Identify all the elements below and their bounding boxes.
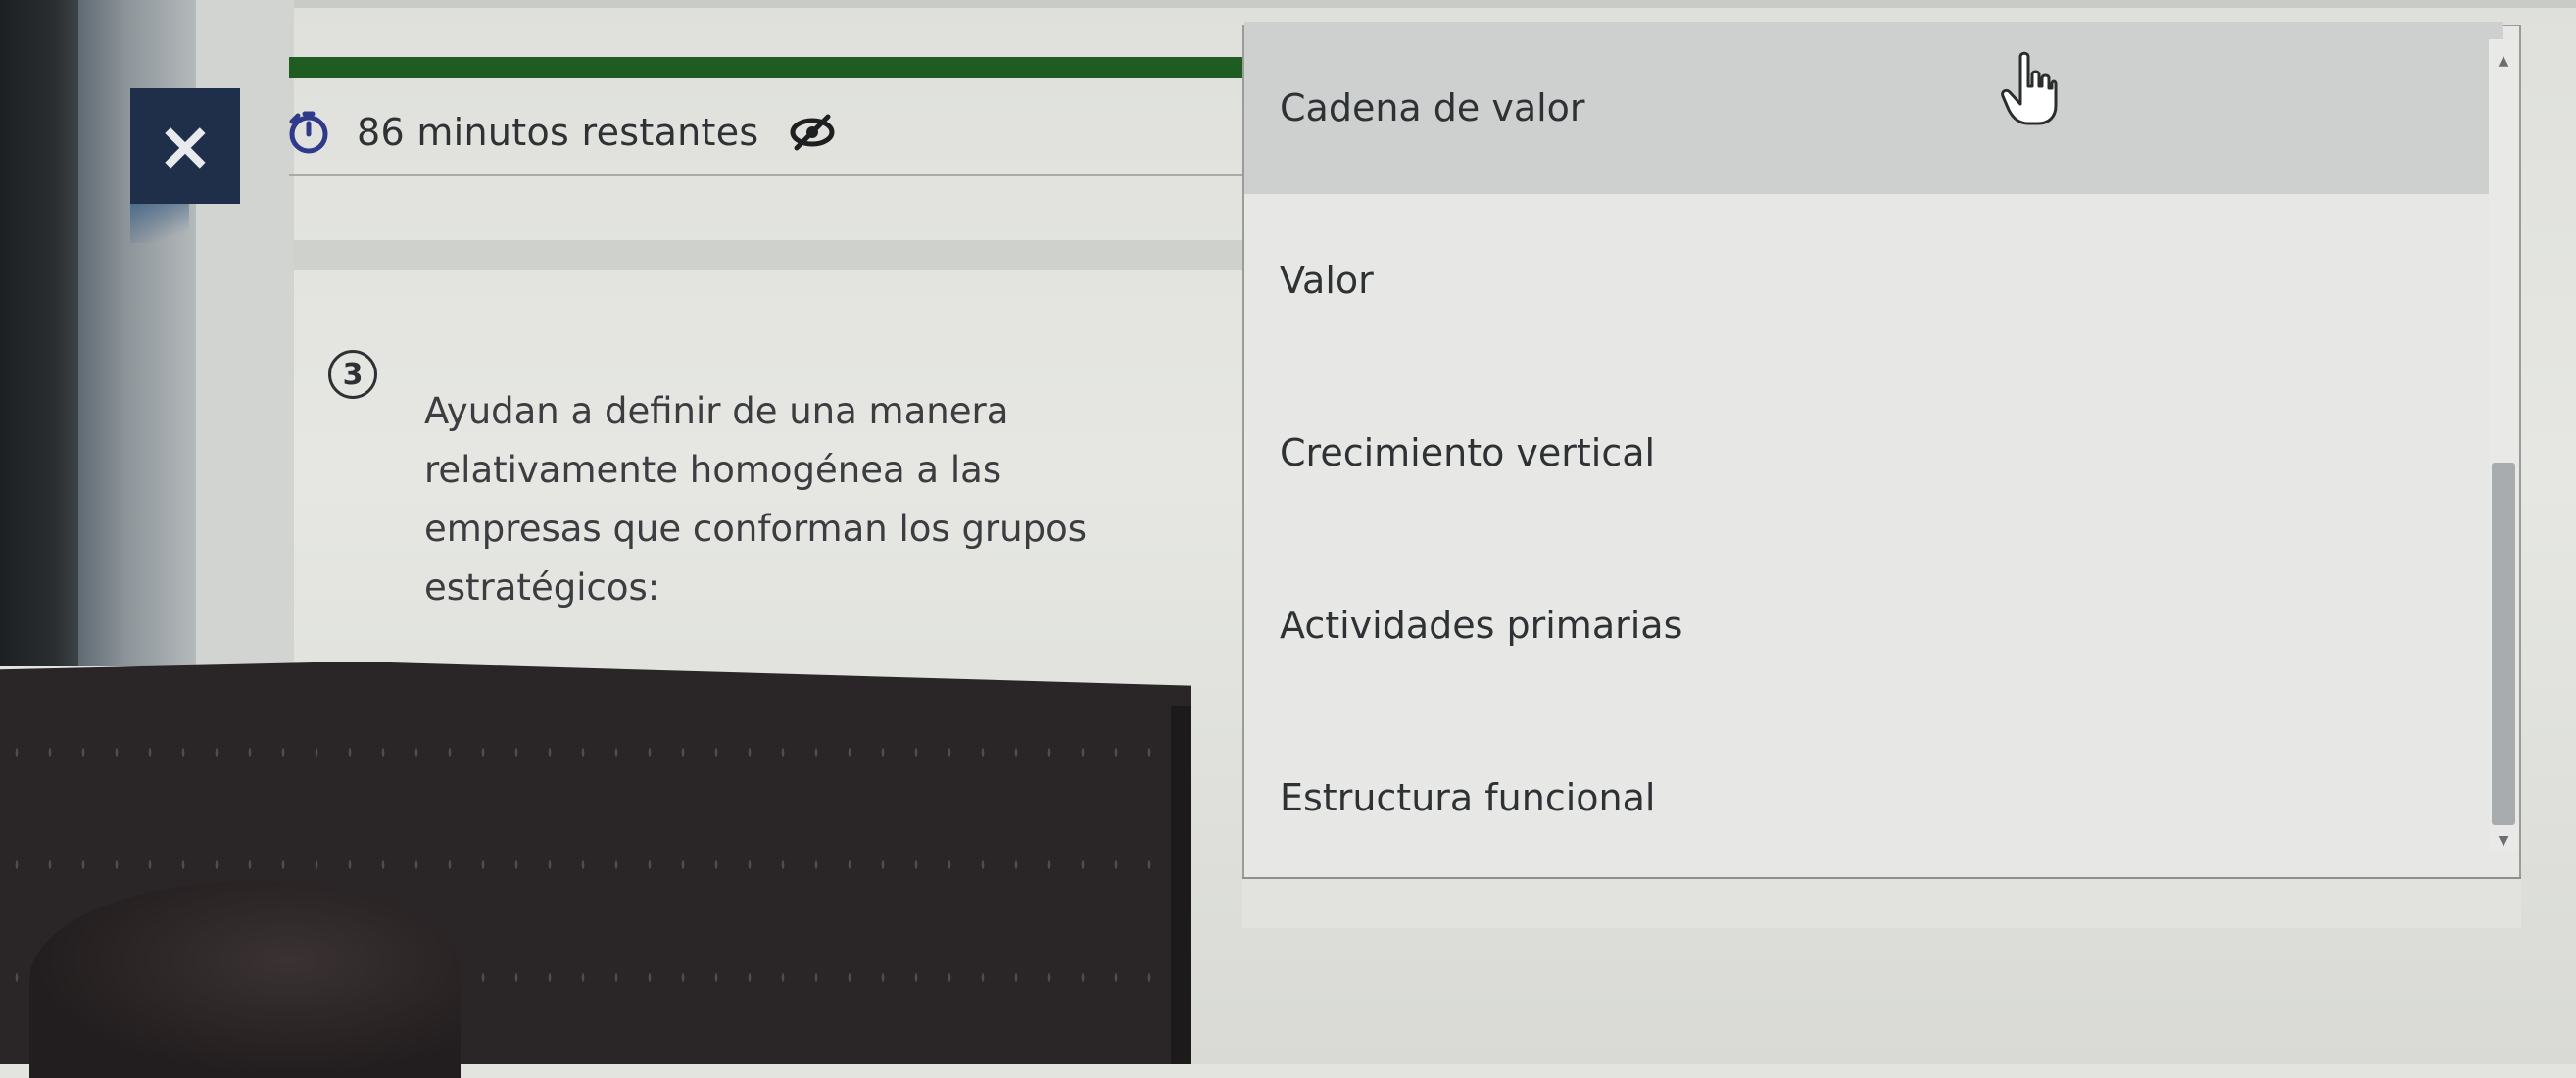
question-number-badge: 3 [328,350,377,399]
scroll-up-icon[interactable]: ▲ [2494,51,2513,71]
progress-bar-fill [289,57,1244,78]
question-line: Ayudan a definir de una manera [424,390,1009,432]
option-label: Valor [1280,259,1374,302]
dropdown-option-actividades-primarias[interactable]: Actividades primarias [1244,539,2503,711]
dropdown-option-valor[interactable]: Valor [1244,194,2503,367]
header-divider [289,174,1249,176]
window-top-edge [196,0,2576,8]
option-label: Cadena de valor [1280,86,1585,129]
paper-edge [1171,706,1191,1064]
timer-icon [289,111,328,154]
dropdown-option-crecimiento-vertical[interactable]: Crecimiento vertical [1244,367,2503,539]
question-line: relativamente homogénea a las [424,449,1002,491]
eye-slash-icon[interactable] [787,113,838,152]
close-button[interactable]: × [130,88,240,204]
question-line: estratégicos: [424,566,660,609]
hand-cursor-icon [2001,51,2058,125]
dropdown-footer [1242,877,2521,928]
scroll-down-icon[interactable]: ▼ [2494,831,2513,851]
dropdown-option-estructura-funcional[interactable]: Estructura funcional [1244,711,2503,884]
dropdown-option-cadena-de-valor[interactable]: Cadena de valor [1244,22,2503,194]
time-remaining-text: 86 minutos restantes [357,111,759,154]
question-line: empresas que conforman los grupos [424,508,1087,550]
finger-shadow [29,882,461,1078]
timer-row: 86 minutos restantes [286,98,838,167]
option-label: Crecimiento vertical [1280,431,1656,474]
option-label: Actividades primarias [1280,604,1683,647]
left-window-edge [0,0,78,666]
question-text: Ayudan a definir de una manera relativam… [424,382,1149,617]
scrollbar-thumb[interactable] [2492,463,2515,825]
close-icon: × [156,106,215,186]
question-header-band [294,240,1249,270]
option-label: Estructura funcional [1280,776,1656,819]
close-button-accent [130,204,189,243]
